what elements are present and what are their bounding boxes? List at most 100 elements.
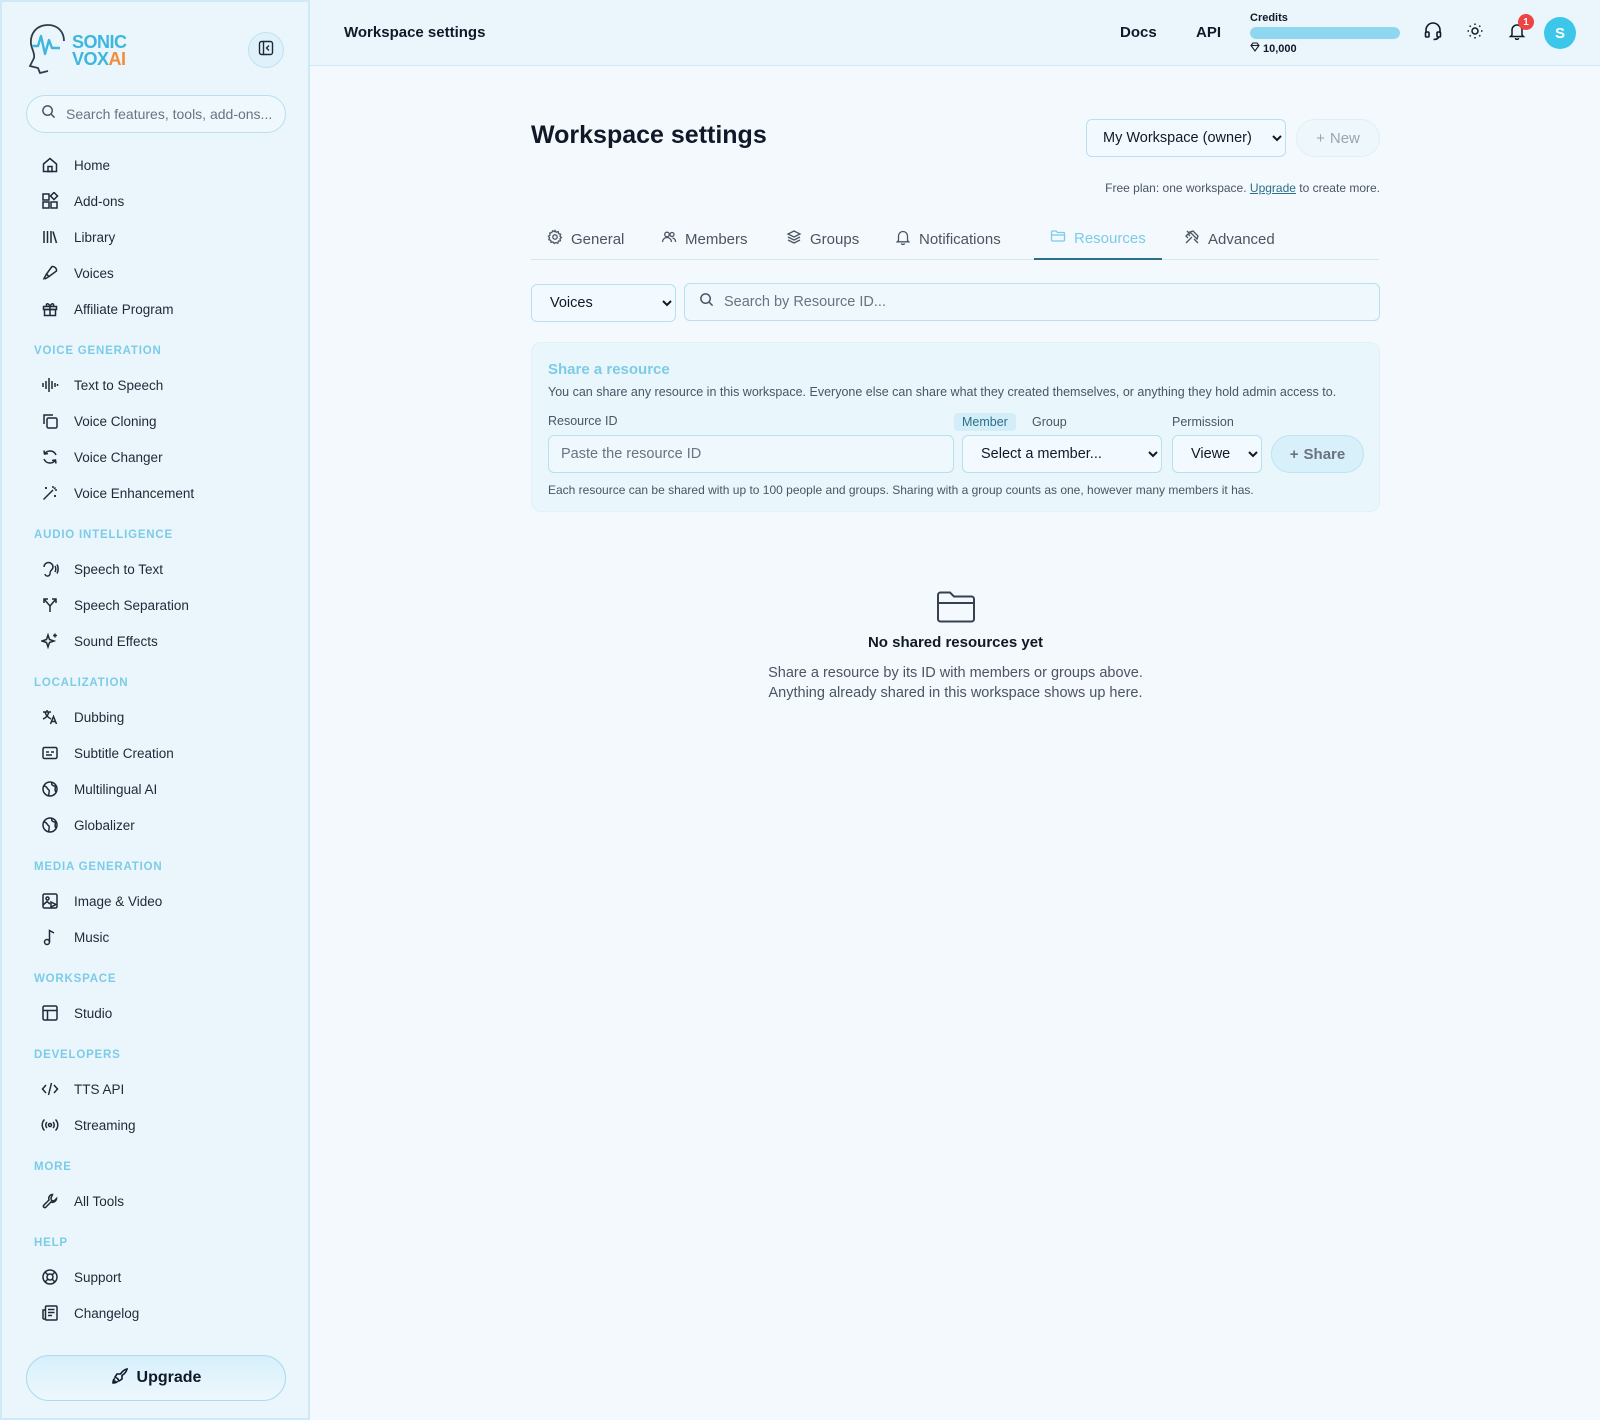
toggle-member[interactable]: Member xyxy=(954,413,1016,431)
logo-line2: VOX xyxy=(72,48,109,69)
tab-advanced[interactable]: Advanced xyxy=(1168,218,1291,260)
sidebar-item-voices[interactable]: Voices xyxy=(40,258,114,288)
top-bar: Workspace settings Docs API Credits 10,0… xyxy=(310,0,1600,66)
credits-bar xyxy=(1250,27,1400,39)
section-help: HELP xyxy=(34,1237,68,1249)
empty-title: No shared resources yet xyxy=(867,634,1044,651)
tab-notifications[interactable]: Notifications xyxy=(879,218,1017,260)
plus-icon: + xyxy=(1289,445,1299,463)
sidebar-item-support[interactable]: Support xyxy=(40,1262,121,1292)
layout-icon xyxy=(40,1003,60,1023)
magic-wand-icon xyxy=(40,483,60,503)
credits-meter: Credits 10,000 xyxy=(1250,12,1400,55)
sidebar-item-add-ons[interactable]: Add-ons xyxy=(40,186,124,216)
sidebar-collapse-icon xyxy=(258,40,274,61)
topbar-title: Workspace settings xyxy=(344,24,486,41)
sparkles-icon xyxy=(40,631,60,651)
sidebar-item-image-video[interactable]: Image & Video xyxy=(40,886,162,916)
share-description: You can share any resource in this works… xyxy=(548,385,1337,399)
ear-icon xyxy=(40,559,60,579)
page-title: Workspace settings xyxy=(531,121,767,149)
support-headset-button[interactable] xyxy=(1420,20,1446,46)
permission-select[interactable]: Viewer xyxy=(1172,435,1262,473)
docs-link[interactable]: Docs xyxy=(1120,24,1157,41)
translate-icon xyxy=(40,707,60,727)
code-icon xyxy=(40,1079,60,1099)
subtitles-icon xyxy=(40,743,60,763)
plan-note: Free plan: one workspace. Upgrade to cre… xyxy=(1105,181,1380,195)
resource-type-select[interactable]: Voices xyxy=(531,284,676,322)
lifebuoy-icon xyxy=(40,1267,60,1287)
resource-id-input[interactable] xyxy=(548,435,954,473)
tab-members[interactable]: Members xyxy=(645,218,764,260)
upgrade-button[interactable]: Upgrade xyxy=(26,1355,286,1401)
api-link[interactable]: API xyxy=(1196,24,1221,41)
section-audio-intelligence: AUDIO INTELLIGENCE xyxy=(34,529,173,541)
sidebar-item-voice-enhancement[interactable]: Voice Enhancement xyxy=(40,478,194,508)
member-select[interactable]: Select a member... xyxy=(962,435,1162,473)
plus-icon: + xyxy=(1316,129,1325,147)
empty-state: No shared resources yet Share a resource… xyxy=(531,590,1380,703)
section-developers: DEVELOPERS xyxy=(34,1049,121,1061)
sidebar-item-speech-to-text[interactable]: Speech to Text xyxy=(40,554,163,584)
sidebar-item-globalizer[interactable]: Globalizer xyxy=(40,810,135,840)
new-workspace-button[interactable]: + New xyxy=(1296,119,1380,157)
section-media-generation: MEDIA GENERATION xyxy=(34,861,163,873)
sidebar-item-changelog[interactable]: Changelog xyxy=(40,1298,139,1328)
tab-groups[interactable]: Groups xyxy=(770,218,875,260)
gift-icon xyxy=(40,299,60,319)
sidebar-item-studio[interactable]: Studio xyxy=(40,998,112,1028)
tab-general[interactable]: General xyxy=(531,218,640,260)
sidebar-item-speech-separation[interactable]: Speech Separation xyxy=(40,590,189,620)
resource-search-input[interactable] xyxy=(724,294,1364,310)
notifications-button[interactable]: 1 xyxy=(1504,14,1534,46)
plan-upgrade-link[interactable]: Upgrade xyxy=(1250,181,1296,195)
tab-resources[interactable]: Resources xyxy=(1034,218,1162,260)
sidebar-item-streaming[interactable]: Streaming xyxy=(40,1110,136,1140)
resource-search[interactable] xyxy=(684,283,1380,321)
theme-toggle-button[interactable] xyxy=(1462,20,1488,46)
sidebar-item-library[interactable]: Library xyxy=(40,222,115,252)
image-video-icon xyxy=(40,891,60,911)
section-localization: LOCALIZATION xyxy=(34,677,129,689)
sidebar-item-text-to-speech[interactable]: Text to Speech xyxy=(40,370,163,400)
sidebar-item-music[interactable]: Music xyxy=(40,922,109,952)
search-icon xyxy=(41,104,56,124)
sidebar-item-home[interactable]: Home xyxy=(40,150,110,180)
sidebar-item-tts-api[interactable]: TTS API xyxy=(40,1074,124,1104)
voices-icon xyxy=(40,263,60,283)
copy-icon xyxy=(40,411,60,431)
notification-badge: 1 xyxy=(1518,14,1534,30)
sidebar-item-voice-cloning[interactable]: Voice Cloning xyxy=(40,406,157,436)
section-more: MORE xyxy=(34,1161,72,1173)
logo[interactable]: SONIC VOXAI xyxy=(26,22,127,79)
credits-label: Credits xyxy=(1250,12,1288,24)
sidebar-item-sound-effects[interactable]: Sound Effects xyxy=(40,626,158,656)
sidebar-search-input[interactable] xyxy=(66,106,276,122)
broadcast-icon xyxy=(40,1115,60,1135)
toggle-group[interactable]: Group xyxy=(1024,413,1075,431)
layers-icon xyxy=(786,229,802,249)
users-icon xyxy=(661,229,677,249)
waveform-icon xyxy=(40,375,60,395)
sidebar-item-multilingual-ai[interactable]: Multilingual AI xyxy=(40,774,157,804)
puzzle-icon xyxy=(40,191,60,211)
sidebar-item-voice-changer[interactable]: Voice Changer xyxy=(40,442,163,472)
share-button[interactable]: + Share xyxy=(1271,435,1364,473)
sidebar-search[interactable] xyxy=(26,95,286,133)
collapse-sidebar-button[interactable] xyxy=(248,32,284,68)
share-note: Each resource can be shared with up to 1… xyxy=(548,483,1254,497)
sidebar-item-dubbing[interactable]: Dubbing xyxy=(40,702,124,732)
gear-icon xyxy=(547,229,563,249)
logo-line2-accent: AI xyxy=(108,48,127,69)
sidebar-item-all-tools[interactable]: All Tools xyxy=(40,1186,124,1216)
workspace-select[interactable]: My Workspace (owner) xyxy=(1086,119,1286,157)
tools-icon xyxy=(1184,229,1200,249)
user-avatar[interactable]: S xyxy=(1544,17,1576,49)
sidebar-item-affiliate-program[interactable]: Affiliate Program xyxy=(40,294,174,324)
headset-icon xyxy=(1423,21,1443,46)
folder-icon xyxy=(1050,228,1066,248)
globe-icon xyxy=(40,815,60,835)
sidebar-item-subtitle-creation[interactable]: Subtitle Creation xyxy=(40,738,174,768)
split-icon xyxy=(40,595,60,615)
